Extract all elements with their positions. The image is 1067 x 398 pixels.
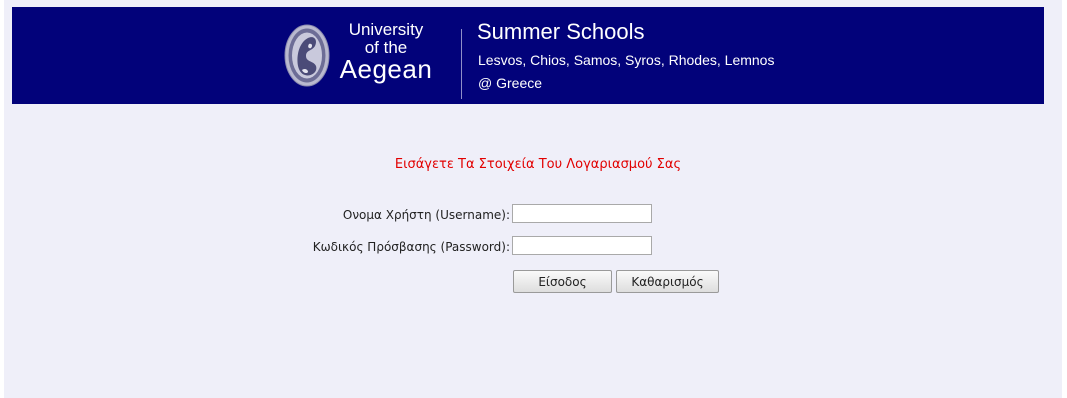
password-input[interactable]: [512, 236, 652, 255]
university-name-line3: Aegean: [339, 54, 433, 84]
summer-schools-title: Summer Schools: [477, 19, 645, 44]
university-seal-logo: [284, 24, 330, 87]
login-button[interactable]: Είσοδος: [513, 270, 612, 293]
summer-schools-country: @ Greece: [478, 75, 543, 91]
page-background: University of the Aegean Summer Schools …: [4, 0, 1062, 398]
university-name: University of the Aegean: [330, 19, 442, 82]
summer-schools-islands: Lesvos, Chios, Samos, Syros, Rhodes, Lem…: [478, 52, 775, 68]
reset-button[interactable]: Καθαρισμός: [616, 270, 719, 293]
banner-divider: [461, 29, 462, 99]
login-heading: Εισάγετε Τα Στοιχεία Του Λογαριασμού Σας: [4, 157, 1062, 172]
password-label: Κωδικός Πρόσβασης (Password):: [312, 240, 510, 254]
university-name-line1: University: [348, 20, 424, 39]
header-banner: University of the Aegean Summer Schools …: [12, 7, 1044, 104]
username-label: Ονομα Χρήστη (Username):: [342, 208, 510, 222]
login-heading-text: Εισάγετε Τα Στοιχεία Του Λογαριασμού Σας: [394, 157, 682, 172]
username-input[interactable]: [512, 204, 652, 223]
